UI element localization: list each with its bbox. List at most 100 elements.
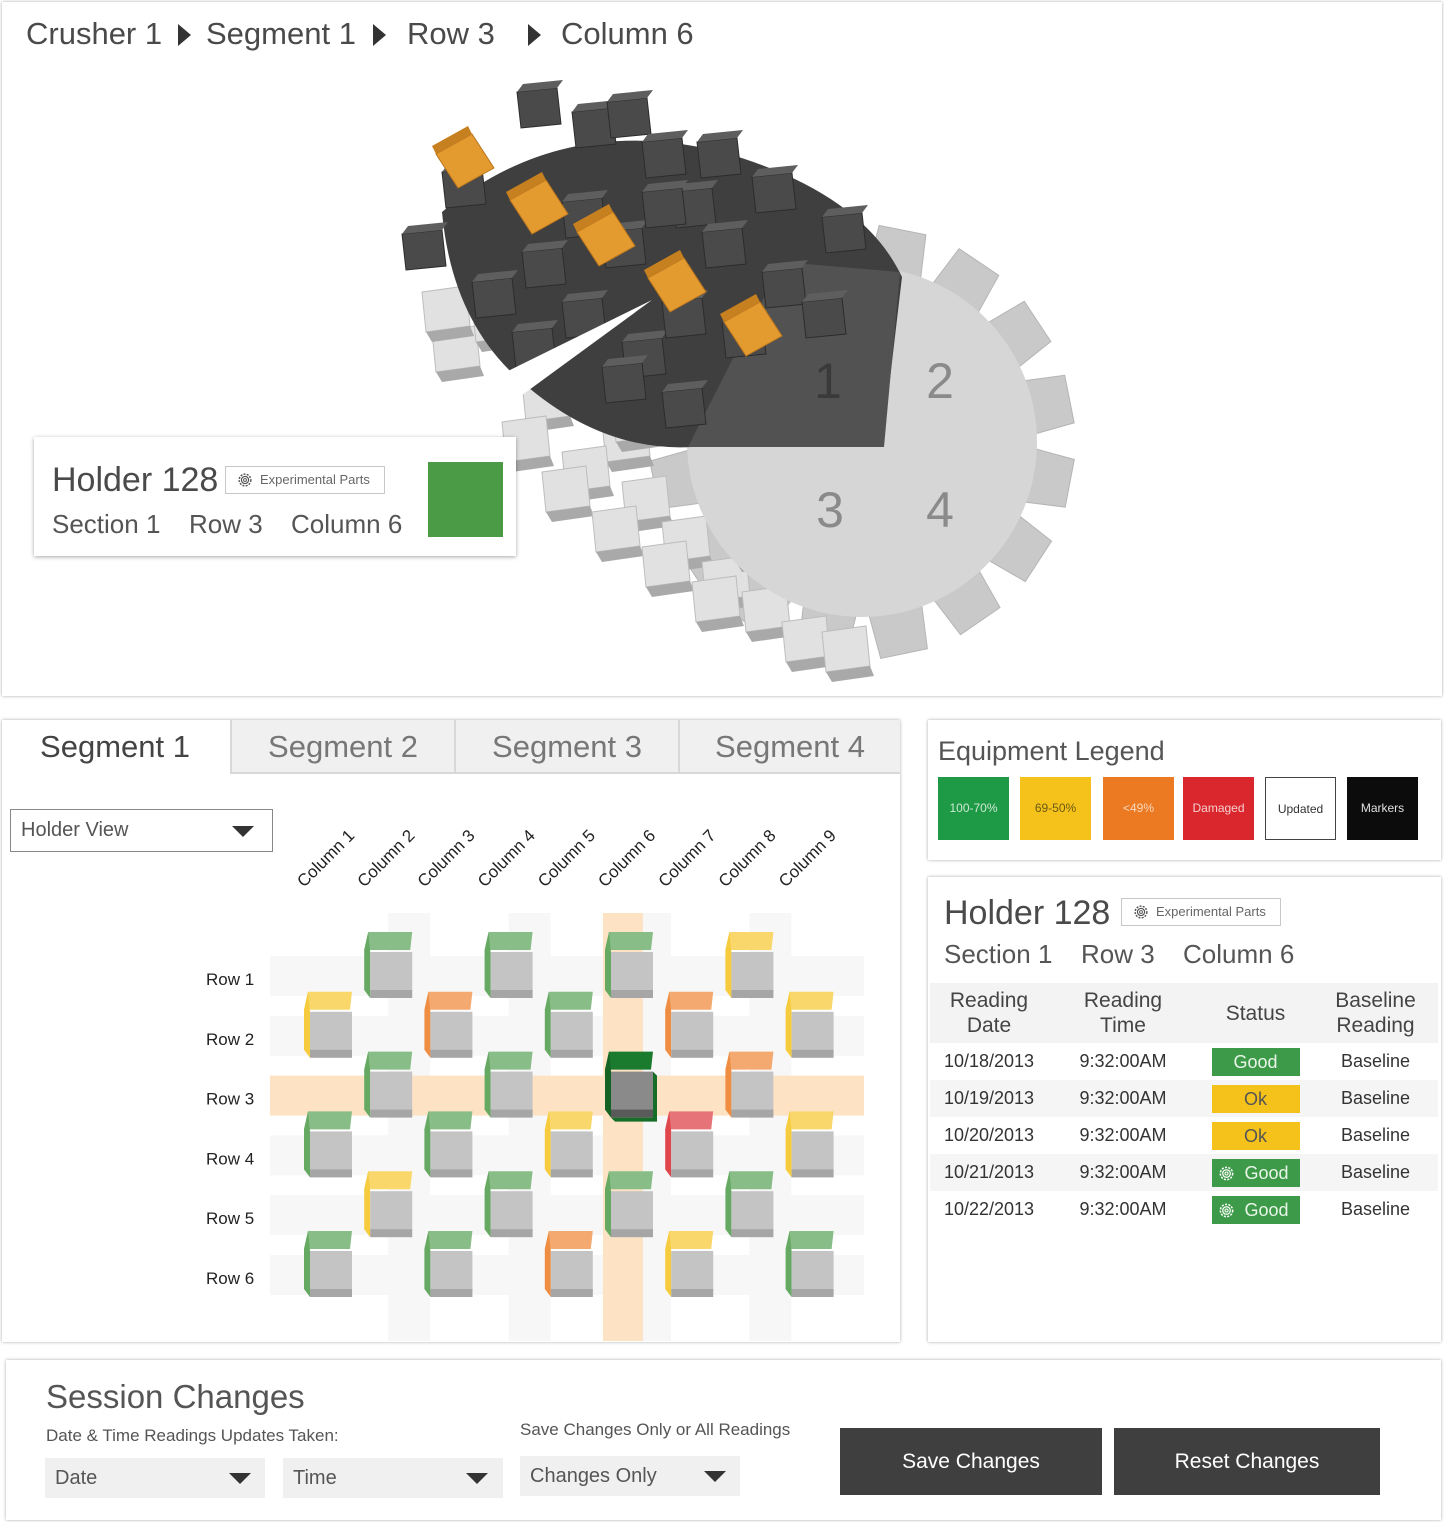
holder-block[interactable] — [364, 932, 413, 998]
crusher-drum-illustration[interactable]: 1 2 3 4 — [2, 2, 1442, 696]
table-row[interactable]: 10/21/2013 9:32:00AM Good Baseline — [930, 1154, 1438, 1191]
drum-holder-block[interactable] — [521, 247, 567, 289]
segment-number-2[interactable]: 2 — [926, 353, 954, 409]
row-label[interactable]: Row 4 — [206, 1149, 254, 1168]
holder-block[interactable] — [544, 991, 593, 1058]
holder-block[interactable] — [364, 1171, 413, 1238]
holder-block[interactable] — [785, 1231, 834, 1297]
segment-number-4[interactable]: 4 — [926, 482, 954, 538]
save-mode-select[interactable]: Changes Only — [520, 1456, 740, 1496]
experimental-parts-badge[interactable]: Experimental Parts — [225, 466, 385, 494]
holder-block-base — [550, 1289, 593, 1297]
holder-section: Section 1 — [52, 509, 161, 539]
status-badge[interactable]: Good — [1211, 1047, 1300, 1076]
holder-block-base — [671, 1049, 714, 1058]
drum-holder-block[interactable] — [641, 187, 687, 229]
drum-holder-block[interactable] — [601, 362, 647, 404]
holder-block[interactable] — [304, 991, 352, 1058]
holder-block-face — [671, 1251, 714, 1291]
status-badge[interactable]: Ok — [1211, 1084, 1300, 1113]
table-row[interactable]: 10/20/2013 9:32:00AM Ok Baseline — [930, 1117, 1438, 1154]
holder-block[interactable] — [484, 932, 533, 998]
segment-number-3[interactable]: 3 — [816, 482, 844, 538]
status-badge[interactable]: Good — [1211, 1158, 1300, 1187]
column-label[interactable]: Column 5 — [534, 826, 599, 891]
column-label[interactable]: Column 4 — [474, 826, 539, 891]
holder-block[interactable] — [785, 1111, 834, 1178]
column-header-baseline[interactable]: Baseline Reading — [1313, 983, 1438, 1043]
row-label[interactable]: Row 6 — [206, 1269, 254, 1288]
holder-block[interactable] — [665, 1231, 714, 1297]
column-header-reading-time[interactable]: Reading Time — [1048, 983, 1198, 1043]
drum-holder-block[interactable] — [401, 229, 447, 271]
column-label[interactable]: Column 2 — [354, 826, 419, 891]
column-label[interactable]: Column 8 — [715, 826, 780, 891]
reading-time: 9:32:00AM — [1079, 1125, 1167, 1145]
table-row[interactable]: 10/19/2013 9:32:00AM Ok Baseline — [930, 1080, 1438, 1117]
drum-holder-block[interactable] — [751, 172, 797, 214]
legend-item-markers: Markers — [1347, 777, 1418, 840]
column-label[interactable]: Column 3 — [414, 826, 479, 891]
holder-block-face — [611, 1191, 653, 1232]
holder-block[interactable] — [605, 1171, 653, 1238]
column-header-status[interactable]: Status — [1198, 983, 1313, 1043]
time-select[interactable]: Time — [283, 1458, 503, 1498]
table-row[interactable]: 10/18/2013 9:32:00AM Good Baseline — [930, 1043, 1438, 1080]
drum-holder-block[interactable] — [606, 97, 652, 139]
drum-holder-block[interactable] — [516, 87, 562, 129]
status-badge[interactable]: Ok — [1211, 1121, 1300, 1150]
holder-block-face — [490, 1071, 533, 1112]
holder-block[interactable] — [665, 1111, 714, 1178]
holder-block[interactable] — [544, 1231, 593, 1297]
holder-grid[interactable]: Column 1Column 2Column 3Column 4Column 5… — [2, 720, 900, 1342]
status-badge[interactable]: Good — [1211, 1195, 1300, 1224]
drum-holder-block[interactable] — [761, 267, 807, 309]
holder-block[interactable] — [484, 1171, 533, 1238]
holder-block[interactable] — [304, 1111, 352, 1178]
holder-block[interactable] — [665, 991, 714, 1058]
legend-item-updated: Updated — [1265, 777, 1336, 840]
drum-holder-block[interactable] — [661, 387, 707, 429]
row-label[interactable]: Row 2 — [206, 1030, 254, 1049]
drum-holder-block[interactable] — [801, 297, 847, 339]
drum-holder-block[interactable] — [821, 212, 867, 254]
save-changes-button[interactable]: Save Changes — [840, 1428, 1102, 1495]
drum-holder-block[interactable] — [701, 227, 747, 269]
column-label[interactable]: Column 6 — [594, 826, 659, 891]
holder-block[interactable] — [424, 991, 473, 1058]
datetime-label: Date & Time Readings Updates Taken: — [46, 1426, 339, 1445]
holder-block[interactable] — [544, 1111, 593, 1178]
holder-block[interactable] — [605, 1051, 657, 1122]
holder-block[interactable] — [725, 1171, 774, 1238]
holder-block[interactable] — [725, 1051, 774, 1118]
drum-holder-block[interactable] — [471, 277, 517, 319]
holder-block[interactable] — [424, 1231, 473, 1297]
drum-holder-block[interactable] — [641, 137, 687, 179]
row-label[interactable]: Row 5 — [206, 1209, 254, 1228]
holder-block[interactable] — [304, 1231, 352, 1297]
experimental-parts-badge[interactable]: Experimental Parts — [1121, 898, 1281, 926]
table-row[interactable]: 10/22/2013 9:32:00AM Good Baseline — [930, 1191, 1438, 1228]
row-label[interactable]: Row 1 — [206, 970, 254, 989]
date-select[interactable]: Date — [45, 1458, 265, 1498]
holder-block[interactable] — [484, 1051, 533, 1118]
holder-block[interactable] — [424, 1111, 473, 1178]
column-label[interactable]: Column 1 — [293, 826, 358, 891]
status-label: Good — [1233, 1051, 1278, 1072]
reset-changes-button[interactable]: Reset Changes — [1114, 1428, 1380, 1495]
column-label[interactable]: Column 7 — [655, 826, 720, 891]
holder-block[interactable] — [725, 932, 774, 998]
holder-block[interactable] — [605, 932, 653, 998]
row-label[interactable]: Row 3 — [206, 1090, 254, 1109]
holder-block-face — [791, 1251, 834, 1291]
holder-block[interactable] — [364, 1051, 413, 1118]
holder-block[interactable] — [785, 991, 834, 1058]
holder-column: Column 6 — [1183, 939, 1295, 969]
gear-icon — [238, 473, 252, 487]
reading-date: 10/22/2013 — [943, 1199, 1035, 1219]
session-changes-panel: Session Changes Date & Time Readings Upd… — [6, 1360, 1441, 1520]
column-header-reading-date[interactable]: Reading Date — [930, 983, 1048, 1043]
drum-holder-block[interactable] — [696, 137, 742, 179]
segment-number-1[interactable]: 1 — [814, 353, 842, 409]
column-label[interactable]: Column 9 — [775, 826, 840, 891]
